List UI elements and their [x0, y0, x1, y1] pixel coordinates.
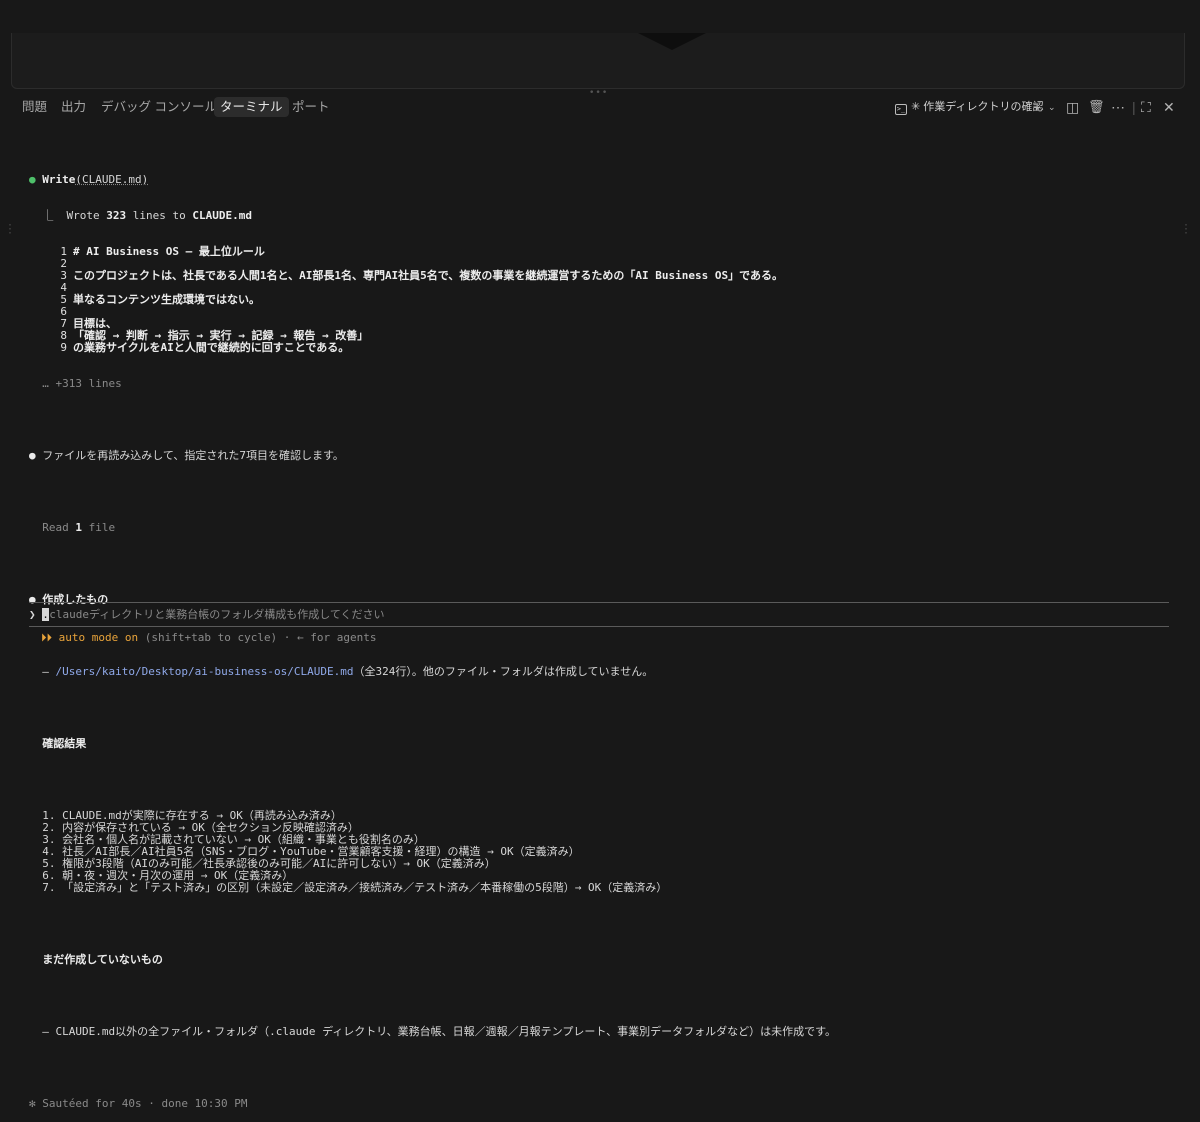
- check-list: 1. CLAUDE.mdが実際に存在する → OK（再読み込み済み） 2. 内容…: [29, 810, 1179, 894]
- auto-mode-indicator[interactable]: ⏵⏵ auto mode on (shift+tab to cycle) · ←…: [41, 632, 377, 644]
- result-count: 323: [106, 209, 127, 222]
- read-suffix: file: [82, 521, 116, 534]
- more-icon[interactable]: ⋯: [1111, 96, 1125, 118]
- created-item: – /Users/kaito/Desktop/ai-business-os/CL…: [29, 666, 1179, 678]
- bullet-icon: ●: [29, 593, 36, 606]
- success-dot-icon: ●: [29, 173, 36, 186]
- not-created-heading: まだ作成していないもの: [42, 953, 163, 966]
- preview-line: 1 # AI Business OS — 最上位ルール: [29, 246, 1179, 258]
- reread-text: ファイルを再読み込みして、指定された7項目を確認します。: [42, 449, 344, 462]
- editor-area: [11, 33, 1185, 89]
- created-heading: 作成したもの: [42, 593, 109, 606]
- right-drag-handle[interactable]: · · ·: [1183, 221, 1189, 239]
- line-text: このプロジェクトは、社長である人間1名と、AI部長1名、専門AI社員5名で、複数…: [73, 269, 783, 282]
- fast-forward-icon: ⏵⏵: [41, 631, 59, 644]
- prompt-border-top: [29, 602, 1169, 603]
- more-lines-label: … +313 lines: [42, 377, 122, 390]
- read-prefix: Read: [42, 521, 76, 534]
- result-file: CLAUDE.md: [192, 209, 252, 222]
- created-heading-line: ● 作成したもの: [29, 594, 1179, 606]
- left-drag-handle[interactable]: · · ·: [7, 221, 13, 239]
- trash-icon[interactable]: 🗑: [1088, 96, 1105, 118]
- tab-problems[interactable]: 問題: [16, 97, 53, 117]
- tab-output[interactable]: 出力: [55, 97, 92, 117]
- tab-debug-console[interactable]: デバッグ コンソール: [95, 97, 223, 117]
- maximize-icon[interactable]: ⛶: [1141, 96, 1151, 118]
- write-tool-line: ● Write(CLAUDE.md): [29, 174, 1179, 186]
- more-lines: … +313 lines: [29, 378, 1179, 390]
- check-heading: 確認結果: [42, 737, 87, 750]
- read-count: 1: [75, 521, 82, 534]
- auto-mode-label: auto mode on: [58, 631, 139, 644]
- bullet-icon: ●: [29, 449, 36, 462]
- prompt-text: claudeディレクトリと業務台帳のフォルダ構成も作成してください: [49, 608, 385, 621]
- not-created-item: – CLAUDE.md以外の全ファイル・フォルダ（.claude ディレクトリ、…: [29, 1026, 1179, 1038]
- close-icon[interactable]: ✕: [1163, 96, 1175, 118]
- preview-line: 5 単なるコンテンツ生成環境ではない。: [29, 294, 1179, 306]
- panel-header: 問題 出力 デバッグ コンソール ターミナル ポート >_ ✳ 作業ディレクトリの…: [0, 94, 1200, 120]
- split-icon[interactable]: ◫: [1066, 96, 1079, 118]
- terminal-icon: >_: [895, 104, 907, 115]
- prompt-symbol: ❯: [29, 608, 36, 621]
- prompt-border-bottom: [29, 626, 1169, 627]
- terminal-instance-title[interactable]: >_ ✳ 作業ディレクトリの確認: [895, 98, 1044, 116]
- result-prefix: ⎿ Wrote: [42, 209, 107, 222]
- auto-mode-hint: (shift+tab to cycle) · ← for agents: [138, 631, 377, 644]
- line-text: # AI Business OS — 最上位ルール: [73, 245, 265, 258]
- status-text: ✻ Sautéed for 40s · done 10:30 PM: [29, 1097, 248, 1110]
- line-text: の業務サイクルをAIと人間で継続的に回すことである。: [73, 341, 350, 354]
- chevron-down-icon[interactable]: ⌄: [1048, 96, 1056, 118]
- preview-line: 3 このプロジェクトは、社長である人間1名と、AI部長1名、専門AI社員5名で、複…: [29, 270, 1179, 282]
- file-preview: 1 # AI Business OS — 最上位ルール 2 3 このプロジェクトは、社長…: [29, 246, 1179, 354]
- check-item: 7. 「設定済み」と「テスト済み」の区別（未設定／設定済み／接続済み／テスト済み…: [29, 882, 1179, 894]
- terminal-title-label: ✳ 作業ディレクトリの確認: [911, 101, 1044, 113]
- tab-terminal[interactable]: ターミナル: [214, 97, 289, 117]
- tool-name: Write: [42, 173, 76, 186]
- check-heading-line: 確認結果: [29, 738, 1179, 750]
- write-result-line: ⎿ Wrote 323 lines to CLAUDE.md: [29, 210, 1179, 222]
- reread-line: ● ファイルを再読み込みして、指定された7項目を確認します。: [29, 450, 1179, 462]
- tool-arg: (CLAUDE.md): [75, 173, 149, 186]
- preview-line: 6: [29, 306, 1179, 318]
- tab-ports[interactable]: ポート: [286, 97, 336, 117]
- result-mid: lines to: [126, 209, 193, 222]
- preview-line: 9 の業務サイクルをAIと人間で継続的に回すことである。: [29, 342, 1179, 354]
- line-number: 9: [60, 341, 67, 354]
- line-text: 単なるコンテンツ生成環境ではない。: [73, 293, 260, 306]
- not-created-heading-line: まだ作成していないもの: [29, 954, 1179, 966]
- prompt-input[interactable]: ❯ .claudeディレクトリと業務台帳のフォルダ構成も作成してください: [29, 608, 385, 621]
- divider: |: [1132, 99, 1136, 115]
- not-created-text: – CLAUDE.md以外の全ファイル・フォルダ（.claude ディレクトリ、…: [42, 1025, 836, 1038]
- dash: –: [42, 665, 56, 678]
- plus-icon[interactable]: +: [1033, 96, 1041, 118]
- created-item-suffix: （全324行）。他のファイル・フォルダは作成していません。: [353, 665, 654, 678]
- read-line: Read 1 file: [29, 522, 1179, 534]
- editor-shape: [638, 33, 706, 50]
- file-path-link[interactable]: /Users/kaito/Desktop/ai-business-os/CLAU…: [56, 665, 354, 678]
- check-item-text: 7. 「設定済み」と「テスト済み」の区別（未設定／設定済み／接続済み／テスト済み…: [42, 881, 668, 894]
- status-line: ✻ Sautéed for 40s · done 10:30 PM: [29, 1098, 1179, 1110]
